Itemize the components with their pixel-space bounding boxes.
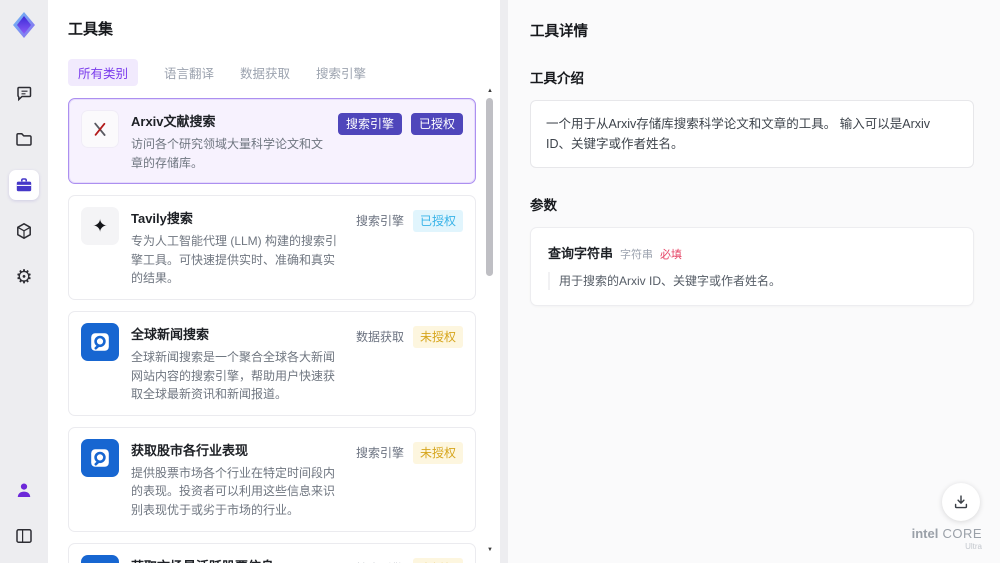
tool-card-title: 获取市场最活跃股票信息	[131, 556, 344, 563]
tool-card-0[interactable]: Arxiv文献搜索 访问各个研究领域大量科学论文和文章的存储库。 搜索引擎 已授…	[68, 98, 476, 185]
toolset-panel: 工具集 所有类别 语言翻译 数据获取 搜索引擎 Arxiv文献搜索 访问各个研究领域大…	[48, 0, 500, 563]
auth-status-tag: 未授权	[412, 441, 463, 464]
toolset-title: 工具集	[68, 21, 114, 38]
tool-card-tags: 搜索引擎 未授权	[356, 555, 463, 563]
category-tab-2[interactable]: 数据获取	[240, 59, 290, 86]
tool-card-tags: 搜索引擎 已授权	[356, 207, 463, 288]
auth-status-tag: 未授权	[412, 557, 463, 563]
user-icon[interactable]	[9, 475, 39, 505]
sidebar-bottom-nav	[9, 475, 39, 551]
category-tab-1[interactable]: 语言翻译	[164, 59, 214, 86]
icon-sidebar: ⚙	[0, 0, 48, 563]
parameter-card: 查询字符串 字符串 必填 用于搜索的Arxiv ID、关键字或作者姓名。	[530, 227, 974, 306]
tool-card-description: 专为人工智能代理 (LLM) 构建的搜索引擎工具。可快速提供实时、准确和真实的结…	[131, 234, 338, 286]
scroll-down-arrow-icon[interactable]: ▼	[484, 545, 496, 555]
intel-brand-text: intel	[911, 526, 939, 541]
tool-card-title: Tavily搜索	[131, 211, 193, 227]
tool-card-1[interactable]: ✦ Tavily搜索 专为人工智能代理 (LLM) 构建的搜索引擎工具。可快速提…	[68, 195, 476, 300]
tool-card-description: 全球新闻搜索是一个聚合全球各大新闻网站内容的搜索引擎，帮助用户快速获取全球最新资…	[131, 349, 336, 402]
tool-card-3[interactable]: 获取股市各行业表现 提供股票市场各个行业在特定时间段内的表现。投资者可以利用这些…	[68, 426, 476, 532]
parameter-header: 查询字符串 字符串 必填	[548, 243, 956, 262]
auth-status-tag: 已授权	[412, 210, 463, 233]
sidebar-nav: ⚙	[9, 78, 39, 292]
category-tag: 数据获取	[355, 329, 404, 344]
tool-card-title: 获取股市各行业表现	[131, 442, 249, 458]
tool-card-title: Arxiv文献搜索	[131, 114, 216, 129]
category-tag: 搜索引擎	[355, 214, 404, 229]
auth-status-tag: 未授权	[412, 325, 463, 348]
download-button[interactable]	[942, 483, 980, 521]
tool-card-tags: 搜索引擎 未授权	[356, 439, 463, 520]
tool-card-list: Arxiv文献搜索 访问各个研究领域大量科学论文和文章的存储库。 搜索引擎 已授…	[68, 98, 476, 563]
scrollbar-thumb[interactable]	[486, 98, 493, 276]
app-logo-icon[interactable]	[9, 10, 39, 40]
cube-icon[interactable]	[9, 216, 39, 246]
parameter-name: 查询字符串	[548, 246, 614, 261]
layout-panel-icon[interactable]	[9, 521, 39, 551]
intel-sub-text: Ultra	[965, 542, 982, 551]
auth-status-tag: 已授权	[410, 113, 463, 135]
market-search-icon	[81, 438, 119, 477]
category-tag: 搜索引擎	[337, 113, 402, 135]
tool-card-description: 提供股票市场各个行业在特定时间段内的表现。投资者可以利用这些信息来识别表现优于或…	[131, 465, 336, 517]
tool-card-title: 全球新闻搜索	[131, 326, 210, 342]
parameter-type: 字符串	[620, 249, 654, 261]
tool-card-tags: 搜索引擎 已授权	[337, 110, 463, 172]
arxiv-icon	[81, 110, 119, 148]
intro-text-box: 一个用于从Arxiv存储库搜索科学论文和文章的工具。 输入可以是Arxiv ID…	[530, 100, 974, 168]
briefcase-icon[interactable]	[9, 170, 39, 200]
download-icon	[952, 493, 970, 511]
folder-icon[interactable]	[9, 124, 39, 154]
tool-detail-panel: 工具详情 工具介绍 一个用于从Arxiv存储库搜索科学论文和文章的工具。 输入可…	[508, 0, 1000, 563]
market-search-icon	[81, 554, 119, 563]
news-search-icon	[81, 322, 119, 361]
category-tag: 搜索引擎	[355, 445, 404, 460]
parameter-description: 用于搜索的Arxiv ID、关键字或作者姓名。	[548, 272, 956, 290]
scroll-up-arrow-icon[interactable]: ▲	[484, 86, 496, 96]
gear-icon[interactable]: ⚙	[9, 262, 39, 292]
app-window: ⚙ 工具集 所有类别 语言翻译 数据获取 搜索引擎 Arxiv文献搜索 访问各个…	[0, 0, 1000, 563]
category-tag: 搜索引擎	[356, 558, 404, 563]
tool-card-4[interactable]: 获取市场最活跃股票信息 提供当天交易量最高的股票列表，投资者可以利用这些信息来识…	[68, 542, 476, 563]
params-heading: 参数	[530, 198, 557, 213]
category-tabs: 所有类别 语言翻译 数据获取 搜索引擎	[68, 59, 476, 86]
category-tab-3[interactable]: 搜索引擎	[316, 59, 366, 86]
chat-icon[interactable]	[9, 78, 39, 108]
tool-card-2[interactable]: 全球新闻搜索 全球新闻搜索是一个聚合全球各大新闻网站内容的搜索引擎，帮助用户快速…	[68, 310, 476, 416]
parameter-required-badge: 必填	[660, 249, 683, 261]
tool-card-tags: 数据获取 未授权	[356, 323, 463, 404]
list-scrollbar[interactable]: ▲ ▼	[484, 86, 496, 555]
intro-heading: 工具介绍	[530, 71, 584, 86]
intel-product-text: CORE	[938, 526, 982, 541]
tool-card-description: 访问各个研究领域大量科学论文和文章的存储库。	[131, 137, 324, 170]
tavily-star-icon: ✦	[81, 207, 119, 246]
detail-title: 工具详情	[530, 24, 588, 40]
category-tab-0[interactable]: 所有类别	[68, 59, 139, 86]
intel-core-logo: intel CORE Ultra	[912, 526, 982, 551]
